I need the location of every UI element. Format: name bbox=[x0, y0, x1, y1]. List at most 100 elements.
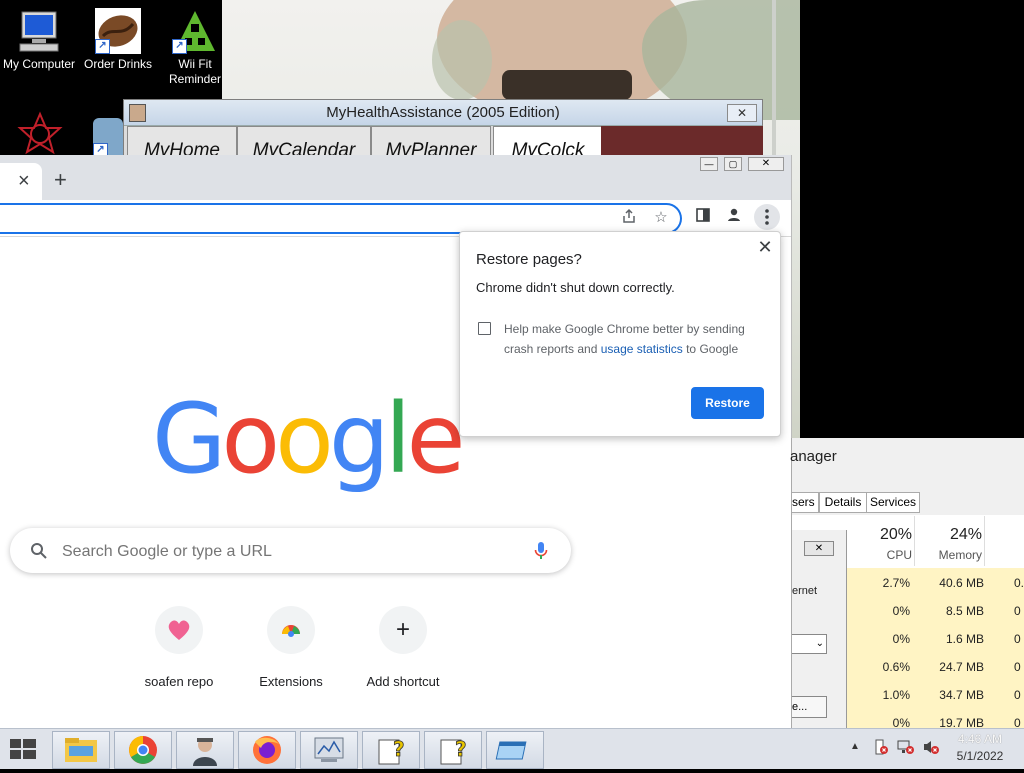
search-box[interactable] bbox=[10, 528, 571, 573]
table-row[interactable]: 0.6% 24.7 MB 0 bbox=[846, 652, 1024, 680]
minimize-button[interactable]: — bbox=[700, 157, 718, 171]
crash-report-text: Help make Google Chrome better by sendin… bbox=[504, 322, 745, 356]
show-hidden-icons[interactable]: ▲ bbox=[850, 741, 860, 752]
chrome-store-icon bbox=[267, 606, 315, 654]
task-manager-window: anager sers Details Services 20% CPU 24%… bbox=[790, 438, 1024, 730]
minimize-icon: — bbox=[704, 159, 714, 169]
chevron-down-icon: ⌄ bbox=[815, 638, 824, 649]
taskbar-myhealthassistance[interactable] bbox=[176, 731, 234, 769]
clock-date: 5/1/2022 bbox=[956, 749, 1004, 763]
popup-title: Restore pages? bbox=[476, 251, 582, 268]
profile-icon[interactable] bbox=[723, 207, 745, 229]
google-logo: Google bbox=[152, 384, 466, 494]
shortcut-arrow-icon: ↗ bbox=[95, 39, 110, 54]
shortcut-label: soafen repo bbox=[144, 674, 214, 689]
google-logo-letter: l bbox=[384, 383, 412, 495]
shortcut-label: Extensions bbox=[259, 674, 323, 689]
google-logo-text: Google bbox=[152, 383, 466, 495]
close-button[interactable]: ✕ bbox=[727, 104, 757, 122]
search-input[interactable] bbox=[60, 538, 504, 566]
taskbar-monitor[interactable] bbox=[300, 731, 358, 769]
close-icon: ✕ bbox=[736, 106, 748, 120]
usage-statistics-link[interactable]: usage statistics bbox=[601, 342, 683, 356]
shortcut-tile-soafen-repo[interactable]: soafen repo bbox=[124, 606, 234, 689]
tab-users[interactable]: sers bbox=[792, 492, 819, 513]
google-logo-letter: o bbox=[275, 383, 334, 495]
menu-button[interactable] bbox=[754, 204, 780, 230]
taskbar: ? ? ▲ 4:46 AM 5/1/2022 bbox=[0, 728, 1024, 769]
address-bar[interactable]: ☆ bbox=[0, 203, 682, 234]
table-row[interactable]: 2.7%40.6 MB0.1 bbox=[846, 568, 1024, 596]
red-star-icon bbox=[17, 111, 63, 155]
maximize-icon: ▢ bbox=[728, 159, 738, 169]
popup-message: Chrome didn't shut down correctly. bbox=[476, 280, 675, 295]
tab-details[interactable]: Details bbox=[819, 492, 867, 513]
microphone-icon[interactable] bbox=[534, 541, 548, 561]
close-icon: ✕ bbox=[757, 237, 773, 257]
help-icon: ? bbox=[440, 737, 467, 765]
computer-icon bbox=[16, 8, 62, 54]
plus-icon: + bbox=[379, 606, 427, 654]
google-logo-letter: o bbox=[221, 383, 280, 495]
tab-services[interactable]: Services bbox=[866, 492, 920, 513]
shortcut-tile-add-shortcut[interactable]: + Add shortcut bbox=[348, 606, 458, 689]
window-icon bbox=[495, 741, 527, 760]
taskbar-file-explorer[interactable] bbox=[52, 731, 110, 769]
windows-logo-icon bbox=[10, 739, 36, 759]
maximize-button[interactable]: ▢ bbox=[724, 157, 742, 171]
table-row[interactable]: 0% 8.5 MB 0 bbox=[846, 596, 1024, 624]
help-icon: ? bbox=[378, 737, 405, 765]
svg-text:?: ? bbox=[393, 737, 405, 761]
dialog-close-button[interactable]: ✕ bbox=[804, 541, 834, 556]
dialog-button[interactable]: e... bbox=[792, 696, 827, 718]
table-row[interactable]: 0% 19.7 MB 0 bbox=[846, 708, 1024, 730]
coffee-bean-icon: ↗ bbox=[95, 8, 141, 54]
popup-close-button[interactable]: ✕ bbox=[756, 238, 774, 256]
taskbar-chrome[interactable] bbox=[114, 731, 172, 769]
table-row[interactable]: 1.0% 34.7 MB 0 bbox=[846, 680, 1024, 708]
crash-report-checkbox[interactable] bbox=[478, 322, 491, 335]
desktop-icon-my-computer[interactable]: My Computer bbox=[0, 8, 79, 72]
active-tab[interactable]: × bbox=[0, 163, 42, 200]
desktop-icon-order-drinks[interactable]: ↗ Order Drinks bbox=[78, 8, 158, 72]
cpu-header[interactable]: 20% CPU bbox=[846, 516, 915, 566]
tab-bar: × + — ▢ ✕ bbox=[0, 155, 791, 200]
svg-text:?: ? bbox=[455, 737, 467, 761]
shortcut-arrow-icon: ↗ bbox=[172, 39, 187, 54]
table-row[interactable]: 0% 1.6 MB 0 bbox=[846, 624, 1024, 652]
window-titlebar: MyHealthAssistance (2005 Edition) ✕ bbox=[124, 100, 762, 126]
green-triangle-icon: ↗ bbox=[172, 8, 218, 54]
window-title: MyHealthAssistance (2005 Edition) bbox=[326, 104, 560, 121]
close-tab-icon[interactable]: × bbox=[18, 170, 30, 193]
person-avatar-icon bbox=[193, 738, 217, 766]
heart-icon bbox=[155, 606, 203, 654]
close-icon: ✕ bbox=[814, 543, 824, 554]
dialog-text: ernet bbox=[792, 585, 818, 597]
new-tab-button[interactable]: + bbox=[54, 167, 67, 193]
restore-button[interactable]: Restore bbox=[691, 387, 764, 419]
close-window-button[interactable]: ✕ bbox=[748, 157, 784, 171]
taskbar-help-2[interactable]: ? bbox=[424, 731, 482, 769]
window-title: anager bbox=[790, 448, 837, 465]
taskbar-firefox[interactable] bbox=[238, 731, 296, 769]
action-center-icon[interactable] bbox=[873, 739, 889, 755]
share-icon[interactable] bbox=[618, 208, 640, 230]
dialog-dropdown[interactable]: ⌄ bbox=[792, 634, 827, 654]
bookmark-star-icon[interactable]: ☆ bbox=[650, 208, 672, 230]
taskbar-help-1[interactable]: ? bbox=[362, 731, 420, 769]
desktop-icon-person[interactable]: ↗ bbox=[93, 118, 123, 158]
google-logo-letter: e bbox=[406, 383, 465, 495]
taskbar-window[interactable] bbox=[486, 731, 544, 769]
file-explorer-icon bbox=[65, 738, 97, 762]
start-button[interactable] bbox=[8, 737, 38, 761]
shortcut-tile-extensions[interactable]: Extensions bbox=[236, 606, 346, 689]
clock-time: 4:46 AM bbox=[957, 732, 1003, 746]
restore-pages-popup: ✕ Restore pages? Chrome didn't shut down… bbox=[459, 231, 781, 437]
side-panel-icon[interactable] bbox=[692, 207, 714, 229]
clock[interactable]: 4:46 AM 5/1/2022 bbox=[950, 731, 1010, 765]
desktop-icon-red-star[interactable] bbox=[16, 110, 64, 158]
volume-icon[interactable] bbox=[922, 739, 940, 755]
kebab-menu-icon bbox=[765, 209, 769, 225]
network-icon[interactable] bbox=[897, 739, 915, 755]
memory-header[interactable]: 24% Memory bbox=[916, 516, 985, 566]
